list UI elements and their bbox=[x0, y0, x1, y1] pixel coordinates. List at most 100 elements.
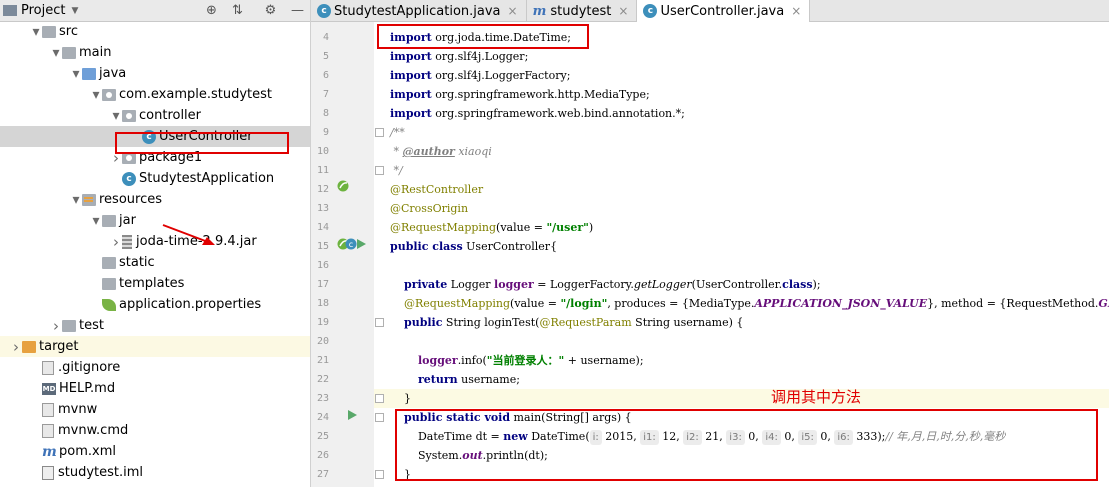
run-icon[interactable] bbox=[355, 238, 367, 250]
tab-usercontroller-java[interactable]: c UserController.java × bbox=[637, 0, 811, 22]
chevron-down-icon[interactable]: ▾ bbox=[70, 192, 82, 208]
line-number: 27 bbox=[316, 469, 329, 480]
line-number: 20 bbox=[316, 336, 329, 347]
code-line: public String loginTest(@RequestParam St… bbox=[374, 313, 1109, 332]
close-icon[interactable]: × bbox=[508, 4, 518, 18]
collapse-all-icon[interactable]: ⇅ bbox=[229, 2, 246, 19]
code-token: @RequestParam bbox=[539, 316, 632, 329]
jar-icon bbox=[122, 234, 132, 249]
folder-icon bbox=[62, 319, 76, 332]
fold-marker-icon[interactable] bbox=[375, 318, 384, 327]
chevron-down-icon[interactable]: ▾ bbox=[110, 108, 122, 124]
tree-item-label: HELP.md bbox=[59, 381, 116, 396]
chevron-down-icon[interactable]: ▾ bbox=[50, 45, 62, 61]
tree-item-test[interactable]: › test bbox=[0, 315, 310, 336]
tree-item-label: target bbox=[39, 339, 79, 354]
tree-item-controller[interactable]: ▾ controller bbox=[0, 105, 310, 126]
tree-item-label: templates bbox=[119, 276, 185, 291]
chevron-down-icon[interactable]: ▾ bbox=[30, 24, 42, 40]
line-number: 12 bbox=[316, 184, 329, 195]
code-token: , produces = {MediaType. bbox=[607, 297, 755, 310]
code-token: GET bbox=[1098, 297, 1109, 310]
line-number: 18 bbox=[316, 298, 329, 309]
tree-item-label: static bbox=[119, 255, 155, 270]
run-icon[interactable] bbox=[346, 409, 358, 421]
chevron-down-icon[interactable]: ▾ bbox=[70, 66, 82, 82]
svg-text:c: c bbox=[349, 240, 353, 249]
line-number: 9 bbox=[322, 127, 329, 138]
tree-item-help-md[interactable]: MD HELP.md bbox=[0, 378, 310, 399]
line-number: 16 bbox=[316, 260, 329, 271]
code-token: APPLICATION_JSON_VALUE bbox=[754, 297, 928, 310]
code-token: .info( bbox=[457, 354, 487, 367]
tree-item-gitignore[interactable]: .gitignore bbox=[0, 357, 310, 378]
tree-item-studytest-iml[interactable]: studytest.iml bbox=[0, 462, 310, 483]
tree-item-src[interactable]: ▾ src bbox=[0, 21, 310, 42]
spring-bean-icon[interactable] bbox=[337, 180, 349, 192]
tab-label: StudytestApplication.java bbox=[334, 3, 501, 19]
code-token: getLogger bbox=[633, 278, 692, 291]
resources-folder-icon bbox=[82, 193, 96, 206]
import-highlight-box bbox=[377, 24, 589, 49]
fold-marker-icon[interactable] bbox=[375, 470, 384, 479]
tree-item-resources[interactable]: ▾ resources bbox=[0, 189, 310, 210]
line-number: 14 bbox=[316, 222, 329, 233]
project-view-selector[interactable]: Project ▼ bbox=[0, 3, 78, 18]
folder-icon bbox=[102, 277, 116, 290]
close-icon[interactable]: × bbox=[618, 4, 628, 18]
tree-item-mvnw-cmd[interactable]: mvnw.cmd bbox=[0, 420, 310, 441]
tree-item-joda-time-2-9-4-jar[interactable]: › joda-time-2.9.4.jar bbox=[0, 231, 310, 252]
tree-item-java[interactable]: ▾ java bbox=[0, 63, 310, 84]
tree-item-studytestapplication[interactable]: c StudytestApplication bbox=[0, 168, 310, 189]
tree-item-templates[interactable]: templates bbox=[0, 273, 310, 294]
fold-marker-icon[interactable] bbox=[375, 413, 384, 422]
fold-marker-icon[interactable] bbox=[375, 128, 384, 137]
chevron-right-icon[interactable]: › bbox=[10, 338, 22, 356]
hide-panel-icon[interactable]: — bbox=[289, 2, 306, 19]
code-line: */ bbox=[374, 161, 1109, 180]
code-token: import bbox=[390, 50, 432, 63]
code-line: @RequestMapping(value = "/user") bbox=[374, 218, 1109, 237]
chevron-down-icon[interactable]: ▾ bbox=[90, 87, 102, 103]
tree-item-com-example-studytest[interactable]: ▾ com.example.studytest bbox=[0, 84, 310, 105]
line-number: 13 bbox=[316, 203, 329, 214]
code-token: Logger bbox=[447, 278, 495, 291]
code-token: xiaoqi bbox=[454, 145, 492, 158]
code-token: public bbox=[404, 316, 443, 329]
close-icon[interactable]: × bbox=[791, 4, 801, 18]
tree-item-label: src bbox=[59, 24, 78, 39]
tree-item-static[interactable]: static bbox=[0, 252, 310, 273]
red-arrow-icon bbox=[162, 224, 215, 245]
annotation-note: 调用其中方法 bbox=[771, 388, 862, 406]
gear-icon[interactable]: ⚙ bbox=[262, 2, 279, 19]
code-token: * bbox=[390, 145, 403, 158]
tree-item-mvnw[interactable]: mvnw bbox=[0, 399, 310, 420]
code-token: username; bbox=[457, 373, 520, 386]
line-number: 7 bbox=[322, 89, 329, 100]
code-line: import org.springframework.http.MediaTyp… bbox=[374, 85, 1109, 104]
tree-item-label: java bbox=[99, 66, 127, 81]
tree-item-target[interactable]: › target bbox=[0, 336, 310, 357]
tree-item-pom-xml[interactable]: m pom.xml bbox=[0, 441, 310, 462]
tree-item-application-properties[interactable]: application.properties bbox=[0, 294, 310, 315]
line-number: 25 bbox=[316, 431, 329, 442]
folder-icon bbox=[102, 256, 116, 269]
tab-studytestapplication-java[interactable]: c StudytestApplication.java × bbox=[311, 0, 527, 22]
tree-item-main[interactable]: ▾ main bbox=[0, 42, 310, 63]
line-number: 5 bbox=[322, 51, 329, 62]
tab-studytest[interactable]: m studytest × bbox=[527, 0, 638, 22]
chevron-right-icon[interactable]: › bbox=[110, 233, 122, 251]
locate-icon[interactable]: ⊕ bbox=[203, 2, 220, 19]
fold-marker-icon[interactable] bbox=[375, 166, 384, 175]
chevron-down-icon[interactable]: ▾ bbox=[90, 213, 102, 229]
tree-item-jar[interactable]: ▾ jar bbox=[0, 210, 310, 231]
code-line: * @author xiaoqi bbox=[374, 142, 1109, 161]
code-line: /** bbox=[374, 123, 1109, 142]
fold-marker-icon[interactable] bbox=[375, 394, 384, 403]
code-token: */ bbox=[390, 164, 403, 177]
chevron-right-icon[interactable]: › bbox=[50, 317, 62, 335]
usercontroller-highlight-box bbox=[115, 132, 289, 154]
